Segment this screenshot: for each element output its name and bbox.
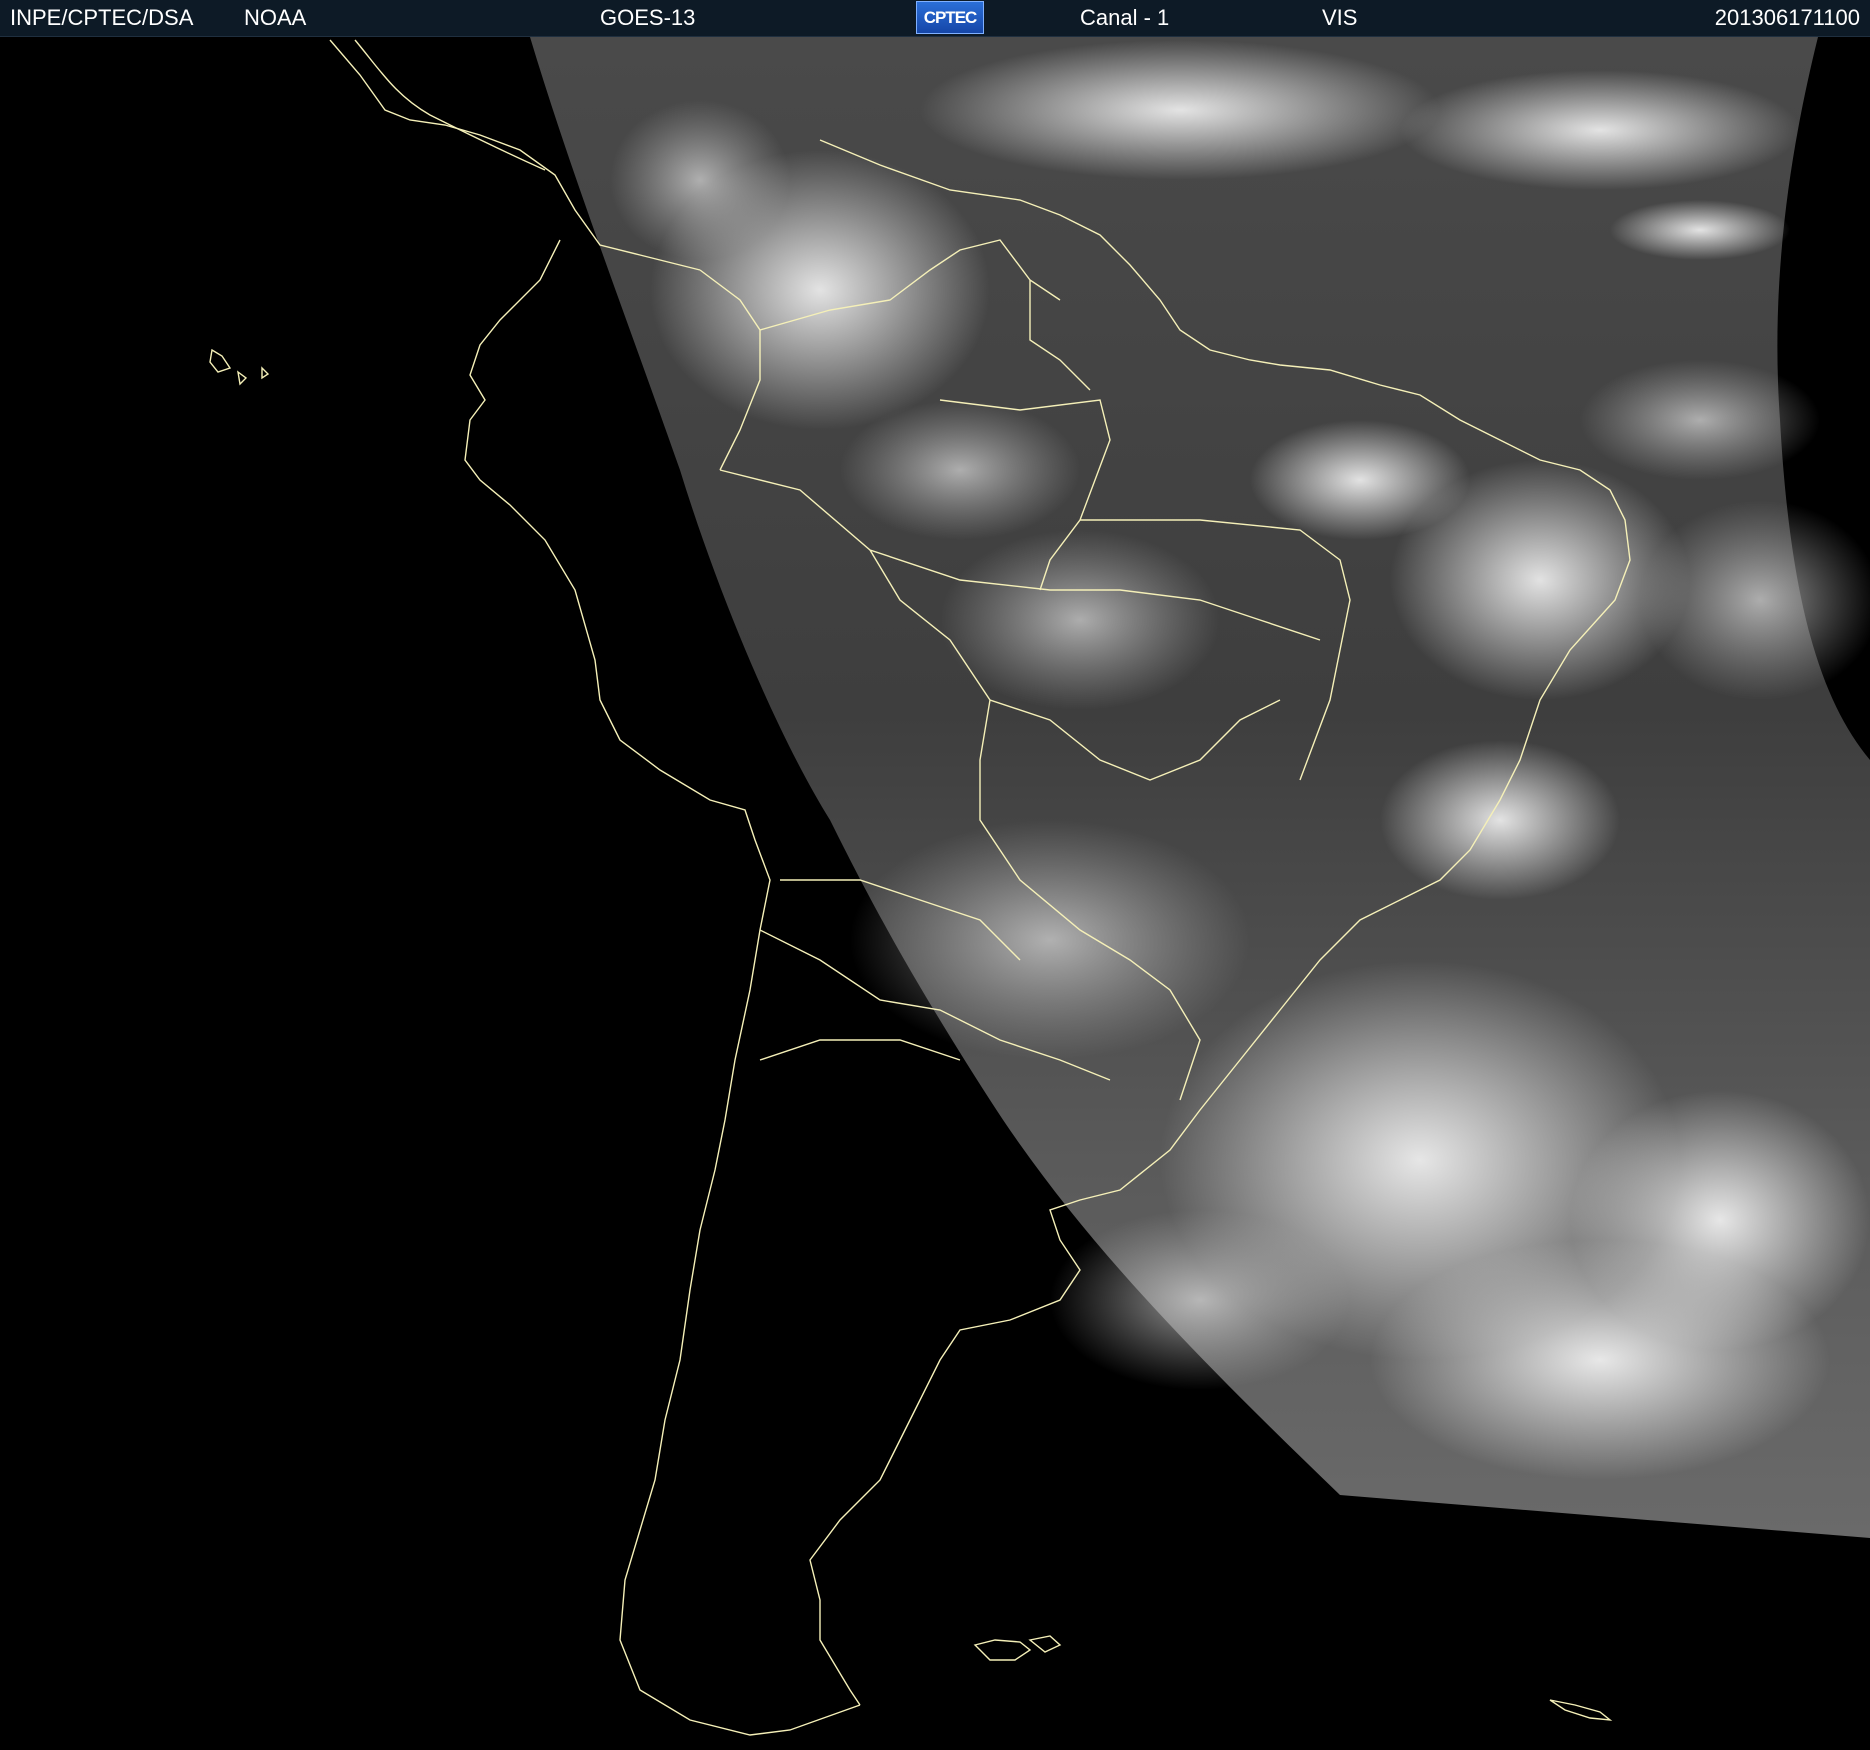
- band-label: VIS: [1322, 5, 1358, 30]
- cptec-logo: CPTEC: [916, 1, 984, 34]
- channel-label: Canal - 1: [1080, 5, 1170, 30]
- agency-label: NOAA: [244, 5, 307, 30]
- timestamp-label: 201306171100: [1714, 5, 1860, 30]
- satellite-label: GOES-13: [600, 5, 696, 30]
- satellite-image: [0, 37, 1870, 1750]
- organization-label: INPE/CPTEC/DSA: [10, 5, 194, 30]
- header-bar: INPE/CPTEC/DSA NOAA GOES-13 CPTEC Canal …: [0, 0, 1870, 37]
